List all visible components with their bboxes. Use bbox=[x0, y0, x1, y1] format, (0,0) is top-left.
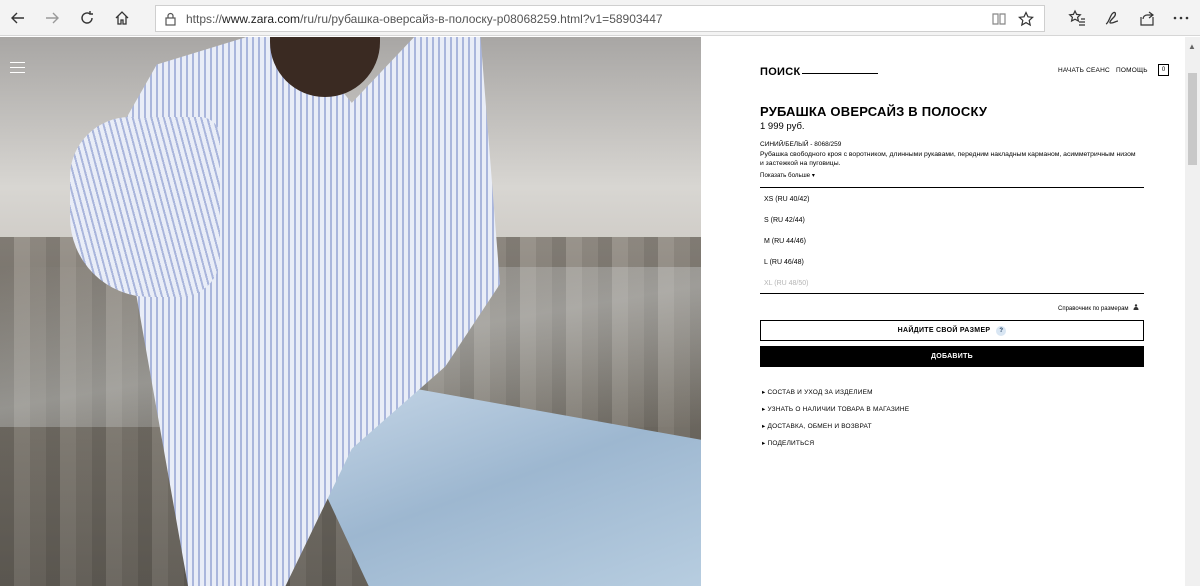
browser-toolbar: https://www.zara.com/ru/ru/рубашка-оверс… bbox=[0, 0, 1200, 36]
refresh-icon bbox=[81, 11, 93, 24]
info-link-store-availability[interactable]: ▸ УЗНАТЬ О НАЛИЧИИ ТОВАРА В МАГАЗИНЕ bbox=[762, 405, 909, 413]
refresh-button[interactable] bbox=[73, 4, 101, 32]
lock-icon bbox=[165, 12, 176, 26]
size-option-s[interactable]: S (RU 42/44) bbox=[764, 217, 805, 224]
info-link-delivery[interactable]: ▸ ДОСТАВКА, ОБМЕН И ВОЗВРАТ bbox=[762, 422, 872, 430]
address-bar[interactable]: https://www.zara.com/ru/ru/рубашка-оверс… bbox=[155, 5, 1045, 32]
search-link[interactable]: ПОИСК bbox=[760, 66, 801, 78]
forward-arrow-icon bbox=[46, 12, 59, 24]
shopping-bag-icon[interactable]: 0 bbox=[1158, 64, 1169, 76]
favorite-star-icon[interactable] bbox=[1018, 11, 1034, 27]
share-icon[interactable] bbox=[1138, 9, 1156, 27]
size-option-xl: XL (RU 48/50) bbox=[764, 280, 809, 287]
home-icon bbox=[115, 11, 129, 25]
back-button[interactable] bbox=[4, 4, 32, 32]
info-link-share[interactable]: ▸ ПОДЕЛИТЬСЯ bbox=[762, 439, 814, 447]
login-link[interactable]: НАЧАТЬ СЕАНС bbox=[1058, 67, 1110, 74]
help-question-icon[interactable]: ? bbox=[996, 325, 1007, 336]
product-description: Рубашка свободного кроя с воротником, дл… bbox=[760, 151, 1136, 167]
size-list-top-divider bbox=[760, 187, 1144, 188]
product-photo bbox=[0, 37, 701, 586]
scroll-up-icon[interactable]: ▲ bbox=[1188, 42, 1196, 51]
home-button[interactable] bbox=[108, 4, 136, 32]
product-price: 1 999 руб. bbox=[760, 121, 805, 132]
product-title: РУБАШКА ОВЕРСАЙЗ В ПОЛОСКУ bbox=[760, 104, 988, 119]
size-list-bottom-divider bbox=[760, 293, 1144, 294]
add-to-cart-button[interactable]: ДОБАВИТЬ bbox=[760, 346, 1144, 367]
sleeve-area bbox=[70, 117, 220, 297]
scrollbar-thumb[interactable] bbox=[1188, 73, 1197, 165]
find-your-size-button[interactable]: НАЙДИТЕ СВОЙ РАЗМЕР ? bbox=[760, 320, 1144, 341]
page-scrollbar[interactable]: ▲ bbox=[1185, 37, 1200, 586]
back-arrow-icon bbox=[11, 12, 24, 24]
url-text[interactable]: https://www.zara.com/ru/ru/рубашка-оверс… bbox=[186, 12, 663, 26]
product-panel: ПОИСК НАЧАТЬ СЕАНС ПОМОЩЬ 0 РУБАШКА ОВЕР… bbox=[701, 37, 1185, 586]
size-guide-label: Справочник по размерам bbox=[1058, 306, 1129, 312]
search-underline bbox=[802, 73, 878, 74]
reading-view-icon[interactable] bbox=[991, 11, 1007, 27]
help-link[interactable]: ПОМОЩЬ bbox=[1116, 67, 1148, 74]
size-option-xs[interactable]: XS (RU 40/42) bbox=[764, 196, 810, 203]
favorites-hub-icon[interactable] bbox=[1068, 9, 1086, 27]
forward-button[interactable] bbox=[38, 4, 66, 32]
pen-icon[interactable] bbox=[1103, 9, 1121, 27]
product-color: СИНИЙ/БЕЛЫЙ - 8068/259 bbox=[760, 141, 842, 148]
size-option-m[interactable]: M (RU 44/46) bbox=[764, 238, 806, 245]
hamburger-menu-icon[interactable] bbox=[10, 62, 25, 74]
size-option-l[interactable]: L (RU 46/48) bbox=[764, 259, 804, 266]
more-options-icon[interactable] bbox=[1172, 9, 1190, 27]
find-your-size-label: НАЙДИТЕ СВОЙ РАЗМЕР bbox=[897, 327, 991, 334]
size-guide-link[interactable]: Справочник по размерам bbox=[1058, 304, 1139, 312]
person-icon bbox=[1133, 304, 1139, 310]
info-link-composition[interactable]: ▸ СОСТАВ И УХОД ЗА ИЗДЕЛИЕМ bbox=[762, 388, 873, 396]
show-more-link[interactable]: Показать больше ▾ bbox=[760, 172, 815, 179]
